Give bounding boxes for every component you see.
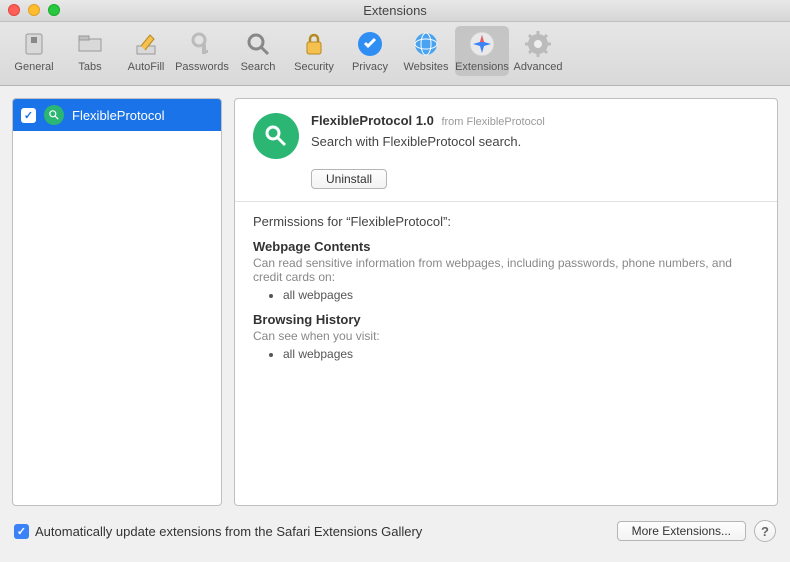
autofill-icon bbox=[119, 28, 173, 60]
extension-detail-pane: FlexibleProtocol 1.0 from FlexibleProtoc… bbox=[234, 98, 778, 506]
general-icon bbox=[7, 28, 61, 60]
perm-sub-history: Can see when you visit: bbox=[253, 329, 759, 343]
preferences-toolbar: General Tabs AutoFill Passwords Search S… bbox=[0, 22, 790, 86]
perm-list-webpage: all webpages bbox=[283, 288, 759, 302]
extension-from: from FlexibleProtocol bbox=[441, 116, 544, 128]
perm-list-history: all webpages bbox=[283, 347, 759, 361]
perm-bullet: all webpages bbox=[283, 347, 759, 361]
toolbar-tabs[interactable]: Tabs bbox=[63, 26, 117, 76]
toolbar-security[interactable]: Security bbox=[287, 26, 341, 76]
auto-update-checkbox[interactable]: ✓ bbox=[14, 524, 29, 539]
perm-heading-history: Browsing History bbox=[253, 312, 759, 327]
sidebar-item-flexibleprotocol[interactable]: ✓ FlexibleProtocol bbox=[13, 99, 221, 131]
window-controls bbox=[8, 4, 60, 16]
toolbar-autofill[interactable]: AutoFill bbox=[119, 26, 173, 76]
toolbar-passwords[interactable]: Passwords bbox=[175, 26, 229, 76]
toolbar-extensions[interactable]: Extensions bbox=[455, 26, 509, 76]
extensions-icon bbox=[455, 28, 509, 60]
zoom-icon[interactable] bbox=[48, 4, 60, 16]
extensions-sidebar: ✓ FlexibleProtocol bbox=[12, 98, 222, 506]
advanced-icon bbox=[511, 28, 565, 60]
permissions-section: Permissions for “FlexibleProtocol”: Webp… bbox=[235, 202, 777, 381]
titlebar[interactable]: Extensions bbox=[0, 0, 790, 22]
search-icon bbox=[231, 28, 285, 60]
toolbar-advanced[interactable]: Advanced bbox=[511, 26, 565, 76]
uninstall-button[interactable]: Uninstall bbox=[311, 169, 387, 189]
toolbar-privacy[interactable]: Privacy bbox=[343, 26, 397, 76]
extension-enabled-checkbox[interactable]: ✓ bbox=[21, 108, 36, 123]
detail-header: FlexibleProtocol 1.0 from FlexibleProtoc… bbox=[235, 99, 777, 169]
passwords-icon bbox=[175, 28, 229, 60]
perm-heading-webpage: Webpage Contents bbox=[253, 239, 759, 254]
auto-update-label: Automatically update extensions from the… bbox=[35, 524, 422, 539]
toolbar-general[interactable]: General bbox=[7, 26, 61, 76]
minimize-icon[interactable] bbox=[28, 4, 40, 16]
permissions-heading: Permissions for “FlexibleProtocol”: bbox=[253, 214, 759, 229]
extension-description: Search with FlexibleProtocol search. bbox=[311, 134, 545, 149]
detail-title-row: FlexibleProtocol 1.0 from FlexibleProtoc… bbox=[311, 113, 545, 128]
extension-detail-icon bbox=[253, 113, 299, 159]
extension-title: FlexibleProtocol 1.0 bbox=[311, 113, 434, 128]
security-icon bbox=[287, 28, 341, 60]
sidebar-item-label: FlexibleProtocol bbox=[72, 108, 165, 123]
more-extensions-button[interactable]: More Extensions... bbox=[617, 521, 746, 541]
window-title: Extensions bbox=[363, 3, 427, 18]
perm-bullet: all webpages bbox=[283, 288, 759, 302]
footer: ✓ Automatically update extensions from t… bbox=[0, 506, 790, 556]
perm-sub-webpage: Can read sensitive information from webp… bbox=[253, 256, 759, 284]
toolbar-websites[interactable]: Websites bbox=[399, 26, 453, 76]
help-button[interactable]: ? bbox=[754, 520, 776, 542]
toolbar-search[interactable]: Search bbox=[231, 26, 285, 76]
main-area: ✓ FlexibleProtocol FlexibleProtocol 1.0 … bbox=[0, 86, 790, 506]
websites-icon bbox=[399, 28, 453, 60]
tabs-icon bbox=[63, 28, 117, 60]
close-icon[interactable] bbox=[8, 4, 20, 16]
privacy-icon bbox=[343, 28, 397, 60]
extension-icon bbox=[44, 105, 64, 125]
